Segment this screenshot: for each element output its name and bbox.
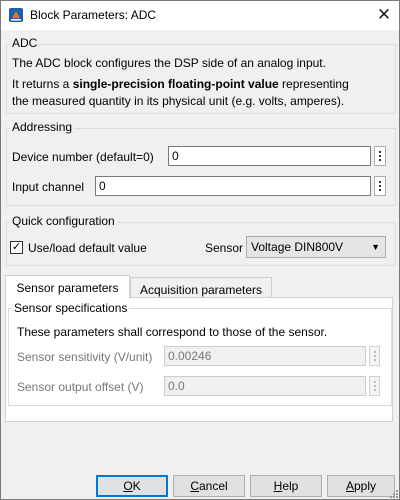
sensor-offset-input[interactable]: 0.0 (164, 376, 366, 396)
simulink-block-icon (9, 8, 23, 22)
sensor-sensitivity-label: Sensor sensitivity (V/unit) (17, 350, 153, 364)
ok-label-rest: K (132, 479, 141, 493)
input-channel-options-button[interactable] (374, 176, 386, 196)
use-default-label[interactable]: Use/load default value (28, 241, 147, 255)
device-number-options-button[interactable] (374, 146, 386, 166)
input-channel-input[interactable]: 0 (95, 176, 371, 196)
sensor-label: Sensor (205, 241, 244, 255)
description-group-title: ADC (10, 36, 40, 50)
sensor-sensitivity-input[interactable]: 0.00246 (164, 346, 366, 366)
ok-button[interactable]: OK (96, 475, 168, 497)
description-line-2: It returns a single-precision floating-p… (12, 77, 349, 91)
quick-config-group-title: Quick configuration (10, 214, 117, 228)
description-line-2-bold: single-precision floating-point value (72, 77, 279, 91)
ellipsis-vertical-icon (373, 381, 376, 383)
tab-acquisition-parameters[interactable]: Acquisition parameters (130, 277, 272, 298)
cancel-mnemonic: C (190, 479, 199, 493)
resize-grip-icon[interactable] (388, 488, 398, 498)
ellipsis-vertical-icon (373, 351, 376, 353)
close-icon: ✕ (376, 5, 392, 24)
apply-mnemonic: A (345, 479, 354, 493)
device-number-input[interactable]: 0 (168, 146, 371, 166)
input-channel-label: Input channel (12, 180, 85, 194)
apply-label-rest: pply (354, 479, 377, 493)
help-label-rest: elp (282, 479, 299, 493)
description-line-2-suffix: representing (278, 77, 349, 91)
device-number-label: Device number (default=0) (12, 150, 154, 164)
apply-button[interactable]: Apply (327, 475, 395, 497)
sensor-select[interactable]: Voltage DIN800V ▼ (246, 236, 386, 258)
ellipsis-vertical-icon (379, 151, 381, 153)
sensor-specs-group-title: Sensor specifications (12, 301, 130, 315)
checkmark-icon: ✓ (11, 241, 22, 253)
description-line-2-prefix: It returns a (12, 77, 73, 91)
window-title: Block Parameters: ADC (30, 8, 157, 22)
chevron-down-icon: ▼ (371, 242, 380, 252)
close-button[interactable]: ✕ (368, 0, 400, 30)
use-default-checkbox[interactable]: ✓ (10, 241, 23, 254)
sensor-specs-note: These parameters shall correspond to tho… (17, 325, 328, 339)
sensor-sensitivity-options-button[interactable] (369, 346, 380, 366)
description-line-3: the measured quantity in its physical un… (12, 94, 345, 108)
sensor-offset-options-button[interactable] (369, 376, 380, 396)
cancel-label-rest: ancel (198, 479, 228, 493)
tab-sensor-parameters[interactable]: Sensor parameters (5, 275, 130, 299)
sensor-offset-label: Sensor output offset (V) (17, 380, 144, 394)
help-button[interactable]: Help (250, 475, 322, 497)
ellipsis-vertical-icon (379, 181, 381, 183)
sensor-select-value: Voltage DIN800V (251, 240, 344, 254)
addressing-group-title: Addressing (10, 120, 75, 134)
description-line-1: The ADC block configures the DSP side of… (12, 56, 326, 70)
ok-mnemonic: O (123, 479, 133, 493)
cancel-button[interactable]: Cancel (173, 475, 245, 497)
